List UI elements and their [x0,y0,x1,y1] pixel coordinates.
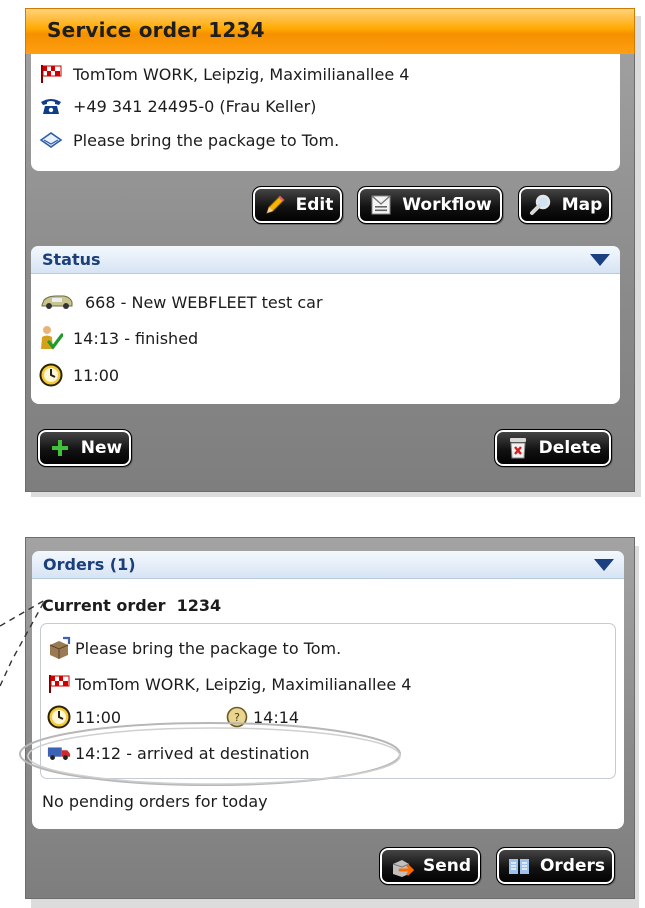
flag-icon [39,63,63,85]
send-button[interactable]: Send [379,847,481,885]
time-text: 11:00 [73,365,120,385]
pencil-icon [262,192,288,218]
status-card: Status 668 - New WEBFLEET test car 14:13… [31,246,620,404]
current-order-label: Current order 1234 [42,596,222,615]
send-label: Send [422,856,472,876]
delete-label: Delete [538,438,602,458]
edit-button[interactable]: Edit [252,186,343,224]
phone-icon [39,95,63,117]
magnifier-icon [528,192,554,218]
edit-label: Edit [295,195,334,215]
vehicle-row: 668 - New WEBFLEET test car [39,291,323,313]
order-address-row: TomTom WORK, Leipzig, Maximilianallee 4 [47,673,411,695]
highlight-ellipse [19,722,401,786]
workflow-button[interactable]: Workflow [357,186,503,224]
collapse-arrow-icon[interactable] [590,254,610,266]
map-label: Map [561,195,603,215]
pending-orders-text: No pending orders for today [42,792,268,811]
car-icon [39,291,75,313]
orders-header-label: Orders (1) [43,555,136,574]
phone-text: +49 341 24495-0 (Frau Keller) [73,96,317,116]
mail-icon [368,192,394,218]
state-text: 14:13 - finished [73,328,199,348]
note-text: Please bring the package to Tom. [73,130,340,150]
service-order-header: Service order 1234 [25,8,635,54]
orders-button[interactable]: Orders [496,847,615,885]
delete-button[interactable]: Delete [494,429,612,467]
order-address-text: TomTom WORK, Leipzig, Maximilianallee 4 [75,674,412,694]
status-section-header[interactable]: Status [31,246,620,274]
trash-icon [505,435,531,461]
order-note-row: Please bring the package to Tom. [47,636,342,659]
orders-section-header[interactable]: Orders (1) [32,551,624,579]
new-button[interactable]: New [37,429,132,467]
workflow-label: Workflow [402,195,492,215]
service-order-title: Service order 1234 [47,18,265,42]
collapse-arrow-icon[interactable] [594,559,614,571]
state-row: 14:13 - finished [39,326,199,350]
envelope-icon [39,129,63,151]
plus-icon [47,435,73,461]
service-order-details-card: TomTom WORK, Leipzig, Maximilianallee 4 … [31,54,620,171]
note-row: Please bring the package to Tom. [39,129,339,151]
time-row: 11:00 [39,363,120,387]
new-label: New [80,438,123,458]
send-icon [389,853,415,879]
vehicle-text: 668 - New WEBFLEET test car [85,292,323,312]
order-note-text: Please bring the package to Tom. [75,638,342,658]
orders-label: Orders [539,856,606,876]
clock-icon [39,363,63,387]
person-check-icon [39,326,63,350]
book-icon [506,853,532,879]
status-header-label: Status [42,250,101,269]
callout-lines [0,598,47,687]
phone-row: +49 341 24495-0 (Frau Keller) [39,95,316,117]
map-button[interactable]: Map [518,186,612,224]
address-row: TomTom WORK, Leipzig, Maximilianallee 4 [39,63,409,85]
address-text: TomTom WORK, Leipzig, Maximilianallee 4 [73,64,410,84]
